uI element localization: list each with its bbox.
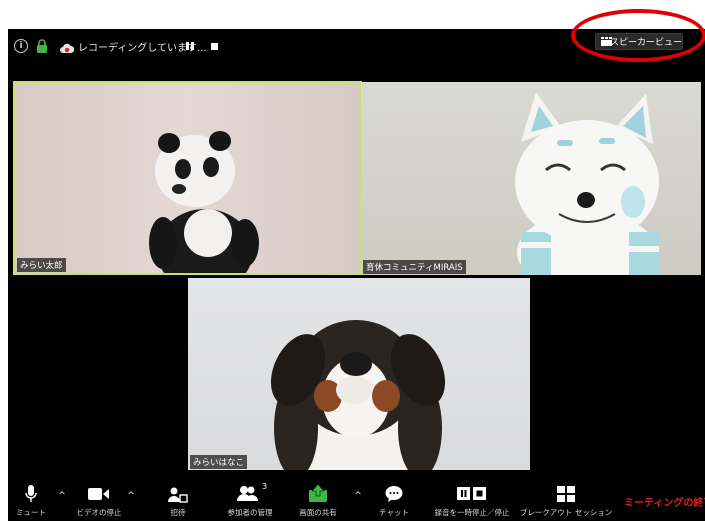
invite-button[interactable]: 招待 <box>158 481 198 521</box>
participant-name-label: みらい太郎 <box>17 258 66 272</box>
add-user-icon <box>168 487 188 503</box>
chat-bubble-icon <box>385 486 403 502</box>
invite-label: 招待 <box>170 508 186 517</box>
share-screen-button[interactable]: 画面の共有 <box>290 481 346 521</box>
info-icon[interactable]: i <box>14 39 28 53</box>
stop-icon <box>210 42 218 50</box>
video-tile-taro[interactable]: みらい太郎 <box>13 81 362 275</box>
share-screen-icon <box>309 484 327 502</box>
breakout-sessions-button[interactable]: ブレークアウト セッション <box>520 481 612 521</box>
annotation-circle <box>571 9 705 62</box>
share-screen-label: 画面の共有 <box>299 508 337 517</box>
zoom-meeting-window: i レコーディングしています... スピーカービュー みらい太郎 育休コミュニテ… <box>8 9 705 521</box>
audio-options-chevron-up-icon[interactable]: ^ <box>57 491 67 501</box>
video-tile-hanako[interactable]: みらいはなこ <box>188 278 530 470</box>
manage-participants-label: 参加者の管理 <box>227 508 273 517</box>
participants-icon <box>237 486 258 501</box>
breakout-sessions-label: ブレークアウト セッション <box>519 508 613 517</box>
stop-video-label: ビデオの停止 <box>76 508 122 517</box>
pause-icon <box>186 42 189 50</box>
panda-plush-image <box>149 131 259 273</box>
chat-label: チャット <box>379 508 409 517</box>
recording-control-label: 録音を一時停止／停止 <box>434 508 510 517</box>
video-camera-icon <box>88 488 109 500</box>
microphone-icon <box>25 485 37 502</box>
cat-plush-image <box>515 92 659 275</box>
participants-count-badge: 3 <box>262 482 268 491</box>
video-options-chevron-up-icon[interactable]: ^ <box>126 491 136 501</box>
stop-video-button[interactable]: ビデオの停止 <box>70 481 128 521</box>
cloud-recording-icon <box>60 40 75 53</box>
participant-name-label: 育休コミュニティMIRAIS <box>363 260 466 274</box>
end-meeting-button[interactable]: ミーティングの終了 <box>624 494 705 509</box>
share-options-chevron-up-icon[interactable]: ^ <box>353 491 363 501</box>
lock-icon[interactable] <box>36 39 48 53</box>
manage-participants-button[interactable]: 3 参加者の管理 <box>220 481 280 521</box>
stop-recording-button[interactable] <box>208 39 220 53</box>
mute-label: ミュート <box>16 508 46 517</box>
chat-button[interactable]: チャット <box>372 481 416 521</box>
meeting-controls-toolbar: ミュート ^ ビデオの停止 ^ 招待 3 参加者の管理 画面の共有 ^ チャット… <box>8 481 705 521</box>
mute-button[interactable]: ミュート <box>12 481 50 521</box>
participant-name-label: みらいはなこ <box>190 455 248 469</box>
pause-recording-button[interactable] <box>182 39 198 53</box>
dog-plush-image <box>270 320 446 470</box>
breakout-rooms-icon <box>557 486 575 502</box>
recording-control-button[interactable]: 録音を一時停止／停止 <box>426 481 518 521</box>
pause-stop-recording-icon <box>457 487 486 500</box>
video-tile-mirais[interactable]: 育休コミュニティMIRAIS <box>361 82 701 275</box>
